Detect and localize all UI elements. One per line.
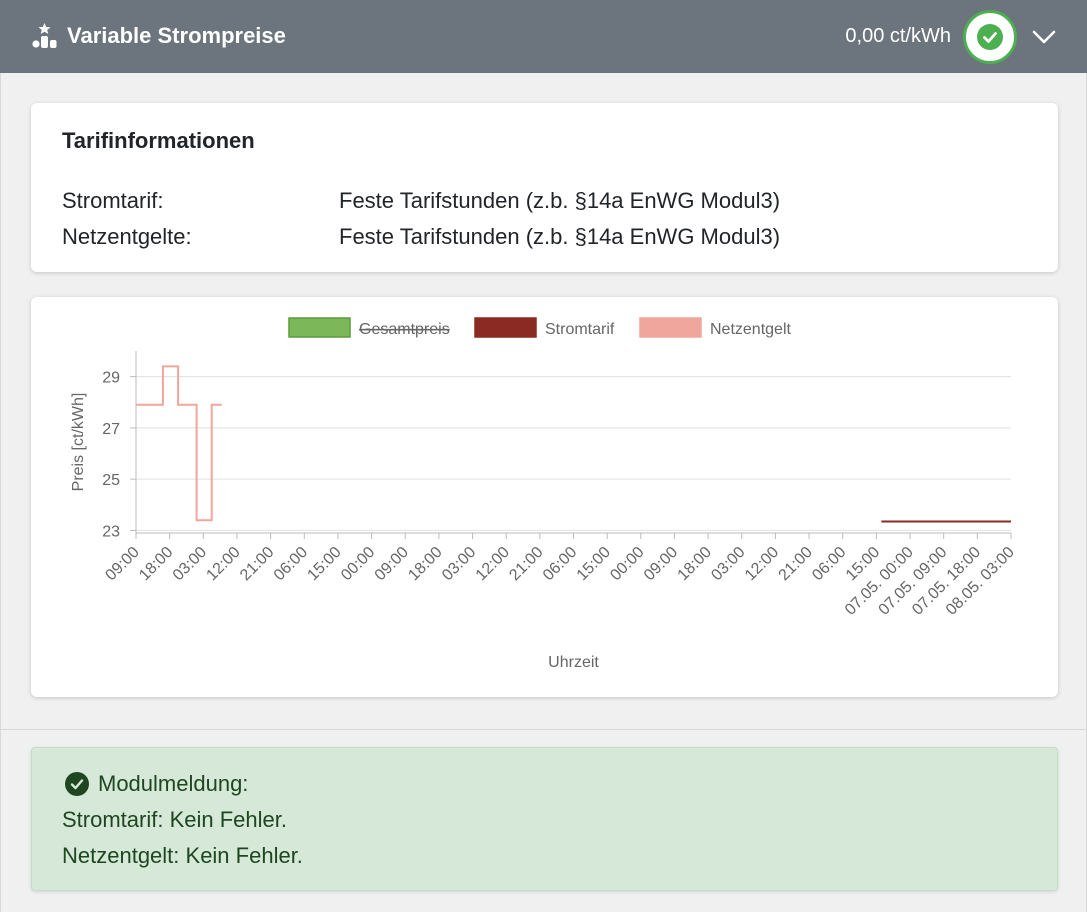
x-tick-label: 06:00: [271, 544, 311, 584]
x-tick-label: 18:00: [675, 544, 715, 584]
y-tick-label: 25: [102, 472, 120, 489]
x-axis-title: Uhrzeit: [548, 654, 599, 671]
x-tick-label: 15:00: [574, 544, 614, 584]
module-title: Variable Strompreise: [67, 23, 286, 48]
y-tick-label: 23: [102, 523, 120, 540]
alert-line-netzentgelt: Netzentgelt: Kein Fehler.: [62, 843, 303, 868]
x-tick-label: 03:00: [708, 544, 748, 584]
x-tick-label: 06:00: [809, 544, 849, 584]
module-header[interactable]: Variable Strompreise 0,00 ct/kWh: [0, 0, 1087, 73]
x-tick-label: 00:00: [607, 544, 647, 584]
tarif-row-value: Feste Tarifstunden (z.b. §14a EnWG Modul…: [339, 224, 781, 249]
x-tick-label: 21:00: [506, 544, 546, 584]
y-tick-label: 29: [102, 370, 120, 387]
check-circle-icon: [65, 772, 89, 796]
x-tick-label: 21:00: [776, 544, 816, 584]
legend-label: Stromtarif: [545, 321, 615, 338]
y-tick-label: 27: [102, 421, 120, 438]
x-tick-label: 12:00: [473, 544, 513, 584]
x-tick-label: 18:00: [405, 544, 445, 584]
ranking-icon: [30, 22, 62, 50]
x-tick-label: 06:00: [540, 544, 580, 584]
x-tick-label: 03:00: [170, 544, 210, 584]
x-tick-label: 09:00: [372, 544, 412, 584]
status-badge: [963, 10, 1017, 64]
x-tick-label: 03:00: [439, 544, 479, 584]
chevron-down-icon[interactable]: [1030, 26, 1058, 48]
x-tick-label: 09:00: [641, 544, 681, 584]
x-tick-label: 18:00: [136, 544, 176, 584]
x-tick-label: 15:00: [304, 544, 344, 584]
tarif-info-title: Tarifinformationen: [62, 128, 255, 153]
x-tick-label: 09:00: [102, 544, 142, 584]
alert-title: Modulmeldung:: [98, 771, 249, 796]
alert-line-stromtarif: Stromtarif: Kein Fehler.: [62, 807, 287, 832]
x-tick-label: 00:00: [338, 544, 378, 584]
y-axis-title: Preis [ct/kWh]: [70, 393, 87, 492]
tarif-row-label: Stromtarif:: [62, 188, 164, 213]
x-tick-label: 12:00: [203, 544, 243, 584]
tarif-info-card: Tarifinformationen Stromtarif: Feste Tar…: [31, 103, 1058, 272]
tarif-row-value: Feste Tarifstunden (z.b. §14a EnWG Modul…: [339, 188, 781, 213]
module-message-alert: Modulmeldung: Stromtarif: Kein Fehler. N…: [31, 747, 1058, 891]
legend-swatch: [639, 317, 702, 338]
series-line: [136, 365, 222, 522]
x-tick-label: 21:00: [237, 544, 277, 584]
price-chart: 2325272909:0018:0003:0012:0021:0006:0015…: [70, 317, 1018, 671]
legend-swatch: [474, 317, 537, 338]
legend-label: Gesamtpreis: [359, 321, 450, 338]
legend-swatch: [288, 317, 351, 338]
check-circle-icon: [983, 32, 997, 43]
x-tick-label: 12:00: [742, 544, 782, 584]
current-price: 0,00 ct/kWh: [845, 25, 951, 47]
legend-label: Netzentgelt: [710, 321, 791, 338]
price-chart-card: 23 25 27 29 09:00 18:00 03:00 12:00 21:00 06:00 15…: [31, 297, 1058, 697]
tarif-row-label: Netzentgelte:: [62, 224, 192, 249]
